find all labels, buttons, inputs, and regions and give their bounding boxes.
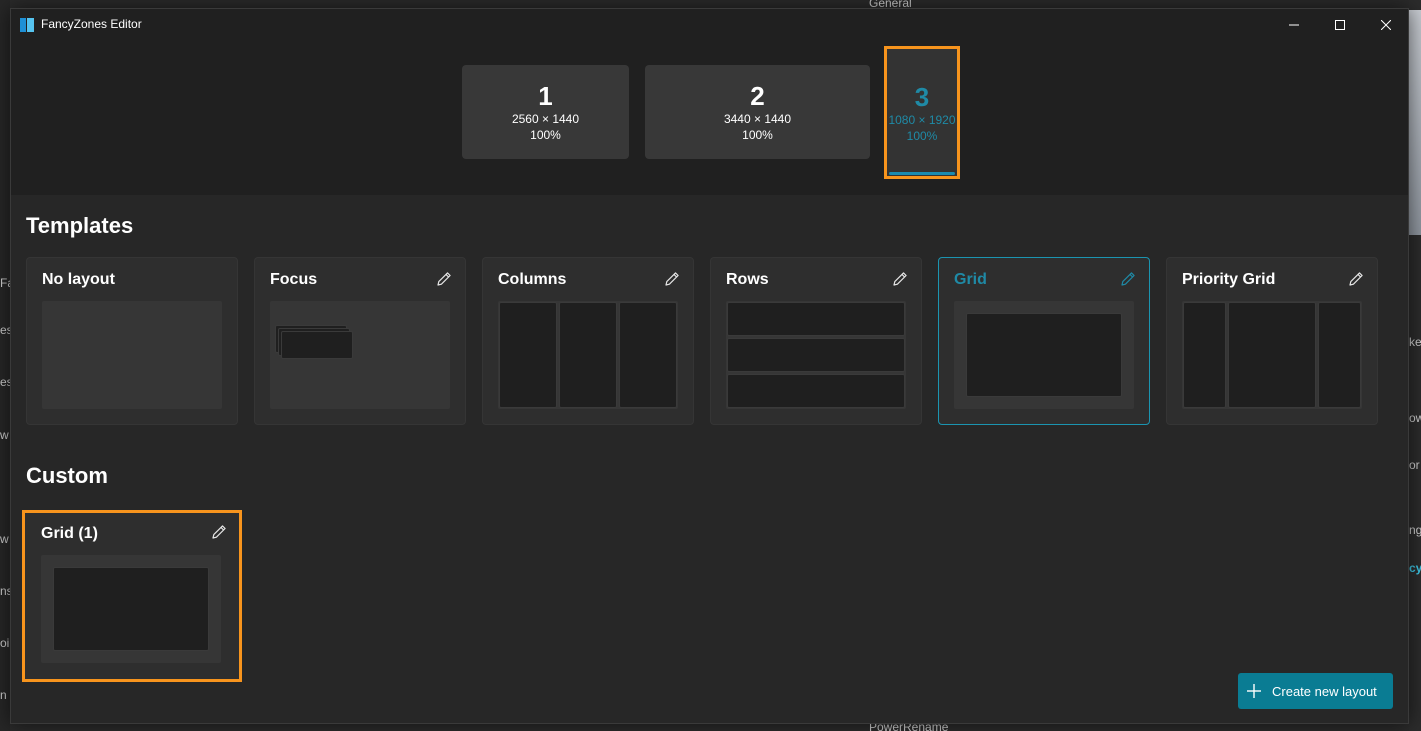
zone [281, 331, 353, 359]
background-text: w [0, 428, 9, 442]
monitor-scale: 100% [906, 128, 938, 143]
monitor-number: 2 [750, 81, 765, 111]
zone [1228, 302, 1316, 408]
close-icon [1381, 20, 1391, 30]
card-title: Columns [498, 271, 567, 288]
background-image [1409, 10, 1421, 235]
card-title: Rows [726, 271, 769, 288]
close-button[interactable] [1363, 9, 1408, 41]
background-text: cy [1409, 561, 1421, 575]
zone [727, 374, 905, 408]
template-priority-grid[interactable]: Priority Grid [1166, 257, 1378, 425]
zone [499, 302, 557, 408]
background-text: oi [0, 636, 10, 650]
minimize-icon [1289, 24, 1299, 26]
layout-preview [498, 301, 678, 409]
layout-preview [954, 301, 1134, 409]
background-text: n [0, 688, 7, 702]
create-new-layout-label: Create new layout [1272, 683, 1377, 699]
monitor-resolution: 1080 × 1920 [888, 112, 956, 127]
zone [1183, 302, 1226, 408]
zone [966, 313, 1122, 397]
background-text: ng [1409, 523, 1421, 537]
template-focus[interactable]: Focus [254, 257, 466, 425]
zone [727, 338, 905, 372]
template-columns[interactable]: Columns [482, 257, 694, 425]
card-title: Grid [954, 271, 987, 288]
background-text: or [1409, 458, 1420, 472]
edit-pencil-icon[interactable] [1347, 270, 1365, 288]
monitor-scale: 100% [530, 128, 561, 142]
layouts-panel: Templates No layout Focus Columns Rows G… [11, 195, 1408, 723]
template-no-layout[interactable]: No layout [26, 257, 238, 425]
monitor-selector: 1 2560 × 1440 100% 2 3440 × 1440 100% 3 … [11, 41, 1408, 195]
monitor-1-button[interactable]: 1 2560 × 1440 100% [462, 65, 629, 159]
background-text: ke [1409, 335, 1421, 349]
layout-preview [41, 555, 221, 663]
create-new-layout-button[interactable]: Create new layout [1238, 673, 1393, 709]
minimize-button[interactable] [1271, 9, 1317, 41]
edit-pencil-icon[interactable] [663, 270, 681, 288]
layout-preview [270, 301, 450, 409]
edit-pencil-icon[interactable] [891, 270, 909, 288]
zone [727, 302, 905, 336]
layout-preview [1182, 301, 1362, 409]
layout-preview [726, 301, 906, 409]
maximize-button[interactable] [1317, 9, 1363, 41]
plus-icon [1247, 684, 1261, 698]
custom-heading: Custom [26, 463, 108, 488]
card-title: Grid (1) [41, 525, 98, 542]
card-title: No layout [42, 271, 115, 288]
background-text: PowerRename [869, 723, 949, 731]
window-title: FancyZones Editor [41, 17, 142, 31]
background-text: ow [1409, 411, 1421, 425]
monitor-3-button[interactable]: 3 1080 × 1920 100% [884, 46, 960, 179]
monitor-number: 3 [914, 81, 930, 112]
zone [53, 567, 209, 651]
layout-preview [42, 301, 222, 409]
monitor-resolution: 2560 × 1440 [511, 112, 580, 126]
edit-pencil-icon[interactable] [435, 270, 453, 288]
custom-layout-grid-1[interactable]: Grid (1) [22, 510, 242, 682]
template-rows[interactable]: Rows [710, 257, 922, 425]
edit-pencil-icon[interactable] [1119, 270, 1137, 288]
maximize-icon [1335, 20, 1345, 30]
selected-indicator [889, 172, 955, 175]
background-window-left [0, 0, 10, 731]
templates-heading: Templates [26, 213, 134, 238]
fancyzones-editor-window: FancyZones Editor 1 2560 × 1440 100% 2 3… [10, 8, 1409, 724]
zone [559, 302, 617, 408]
monitor-number: 1 [538, 81, 553, 111]
zone [619, 302, 677, 408]
monitor-2-button[interactable]: 2 3440 × 1440 100% [645, 65, 870, 159]
card-title: Focus [270, 271, 318, 288]
monitor-scale: 100% [742, 128, 773, 142]
edit-pencil-icon[interactable] [210, 523, 228, 541]
background-text: w [0, 532, 9, 546]
template-grid[interactable]: Grid [938, 257, 1150, 425]
title-bar[interactable]: FancyZones Editor [11, 9, 1408, 41]
card-title: Priority Grid [1182, 271, 1276, 288]
monitor-resolution: 3440 × 1440 [723, 112, 792, 126]
zone [1318, 302, 1361, 408]
fancyzones-app-icon [20, 18, 34, 32]
